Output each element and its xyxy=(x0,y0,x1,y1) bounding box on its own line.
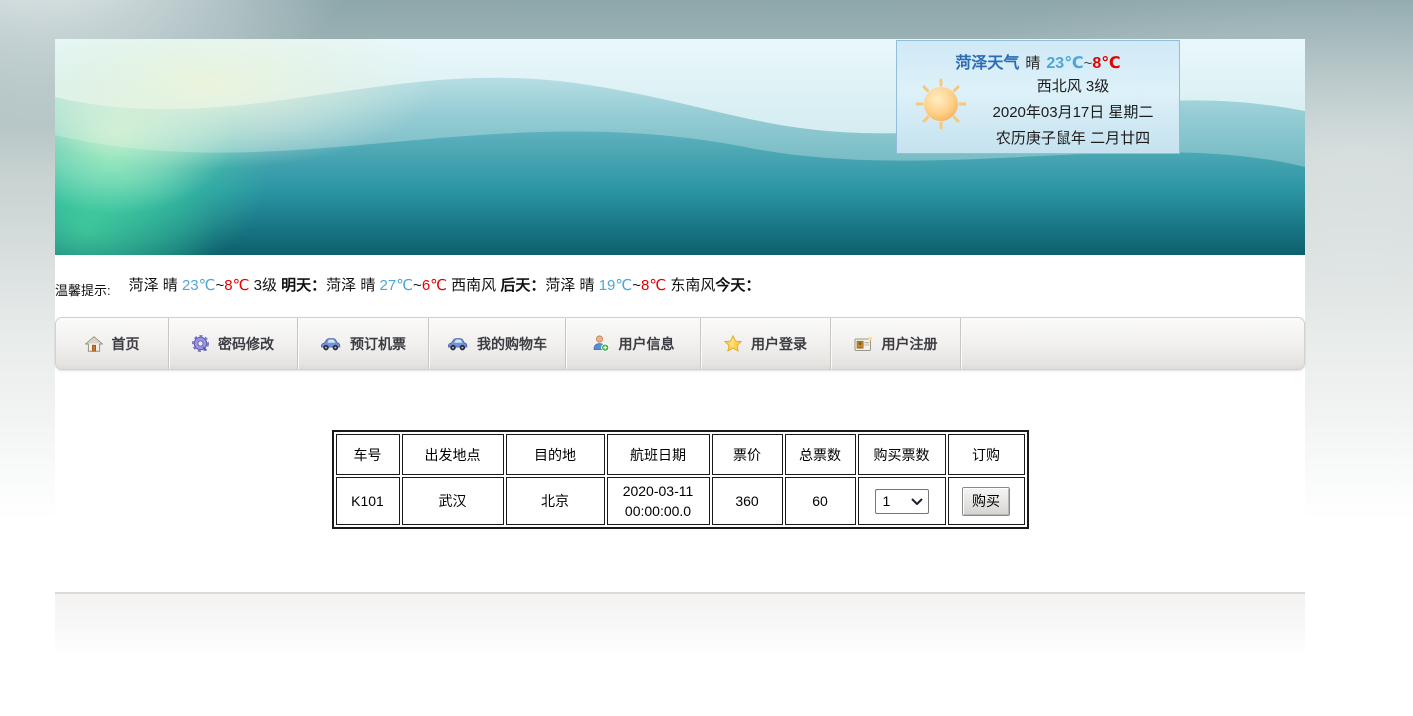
tips-ticker-text: 菏泽 晴 23℃~8℃ 3级 明天：菏泽 晴 27℃~6℃ 西南风 后天：菏泽 … xyxy=(129,274,761,295)
weather-lunar-date: 农历庚子鼠年 二月廿四 xyxy=(973,126,1173,152)
ticket-table-section: 车号 出发地点 目的地 航班日期 票价 总票数 购买票数 订购 K101 武汉 … xyxy=(55,430,1305,529)
weather-condition: 晴 xyxy=(1025,55,1040,72)
home-icon xyxy=(85,336,103,352)
sun-icon xyxy=(915,78,967,130)
header-total-tickets: 总票数 xyxy=(785,434,856,475)
nav-item-user-register[interactable]: 用户注册 xyxy=(831,318,961,369)
weather-summary: 菏泽天气晴23℃~8℃ xyxy=(897,49,1179,73)
header-order: 订购 xyxy=(948,434,1025,475)
header-train-no: 车号 xyxy=(336,434,400,475)
cell-destination: 北京 xyxy=(506,477,605,525)
header-flight-date: 航班日期 xyxy=(607,434,710,475)
quantity-select-value: 1 xyxy=(883,493,891,509)
cell-price: 360 xyxy=(712,477,783,525)
car-icon xyxy=(320,337,341,351)
page: 菏泽天气晴23℃~8℃ 西北风 3级 2020年03月17日 星期二 农历庚子鼠… xyxy=(0,0,1413,716)
nav-item-book-tickets[interactable]: 预订机票 xyxy=(298,318,429,369)
header-destination: 目的地 xyxy=(506,434,605,475)
nav-item-home[interactable]: 首页 xyxy=(56,318,169,369)
table-header-row: 车号 出发地点 目的地 航班日期 票价 总票数 购买票数 订购 xyxy=(336,434,1025,475)
buy-button[interactable]: 购买 xyxy=(962,487,1010,516)
cell-departure: 武汉 xyxy=(402,477,504,525)
chevron-down-icon xyxy=(911,498,923,505)
nav-item-cart[interactable]: 我的购物车 xyxy=(429,318,566,369)
weather-widget: 菏泽天气晴23℃~8℃ 西北风 3级 2020年03月17日 星期二 农历庚子鼠… xyxy=(896,40,1180,154)
nav-label-book-tickets: 预订机票 xyxy=(350,334,406,354)
header-departure: 出发地点 xyxy=(402,434,504,475)
tips-label: 温馨提示: xyxy=(55,280,111,299)
quantity-select[interactable]: 1 xyxy=(875,489,929,514)
gear-icon xyxy=(192,335,209,352)
star-icon xyxy=(724,335,742,352)
nav-label-home: 首页 xyxy=(112,334,140,354)
weather-city-label: 菏泽天气 xyxy=(955,55,1019,72)
ticket-table: 车号 出发地点 目的地 航班日期 票价 总票数 购买票数 订购 K101 武汉 … xyxy=(332,430,1029,529)
nav-label-cart: 我的购物车 xyxy=(477,334,547,354)
header-purchase-qty: 购买票数 xyxy=(858,434,946,475)
flight-date-line1: 2020-03-11 xyxy=(612,481,705,501)
car-icon xyxy=(447,337,468,351)
cell-order: 购买 xyxy=(948,477,1025,525)
cell-purchase-qty: 1 xyxy=(858,477,946,525)
footer-band xyxy=(55,592,1305,660)
weather-tips-bar: 温馨提示: 菏泽 晴 23℃~8℃ 3级 明天：菏泽 晴 27℃~6℃ 西南风 … xyxy=(55,272,1305,298)
nav-label-user-info: 用户信息 xyxy=(619,334,675,354)
main-navbar: 首页 密码修改 xyxy=(55,317,1305,370)
header-price: 票价 xyxy=(712,434,783,475)
weather-temp-high: 23℃ xyxy=(1046,55,1083,72)
weather-temp-low: 8℃ xyxy=(1092,55,1120,72)
nav-item-user-info[interactable]: 用户信息 xyxy=(566,318,701,369)
nav-label-user-login: 用户登录 xyxy=(751,334,807,354)
id-card-icon xyxy=(854,336,873,352)
cell-total-tickets: 60 xyxy=(785,477,856,525)
nav-label-user-register: 用户注册 xyxy=(882,334,938,354)
cell-train-no: K101 xyxy=(336,477,400,525)
weather-date: 2020年03月17日 星期二 xyxy=(973,100,1173,126)
user-add-icon xyxy=(592,335,610,352)
table-row: K101 武汉 北京 2020-03-11 00:00:00.0 360 60 … xyxy=(336,477,1025,525)
cell-flight-date: 2020-03-11 00:00:00.0 xyxy=(607,477,710,525)
nav-label-password: 密码修改 xyxy=(218,334,274,354)
weather-wind: 西北风 3级 xyxy=(973,74,1173,100)
flight-date-line2: 00:00:00.0 xyxy=(612,501,705,521)
nav-item-password[interactable]: 密码修改 xyxy=(169,318,298,369)
nav-item-user-login[interactable]: 用户登录 xyxy=(701,318,831,369)
banner: 菏泽天气晴23℃~8℃ 西北风 3级 2020年03月17日 星期二 农历庚子鼠… xyxy=(55,39,1305,255)
